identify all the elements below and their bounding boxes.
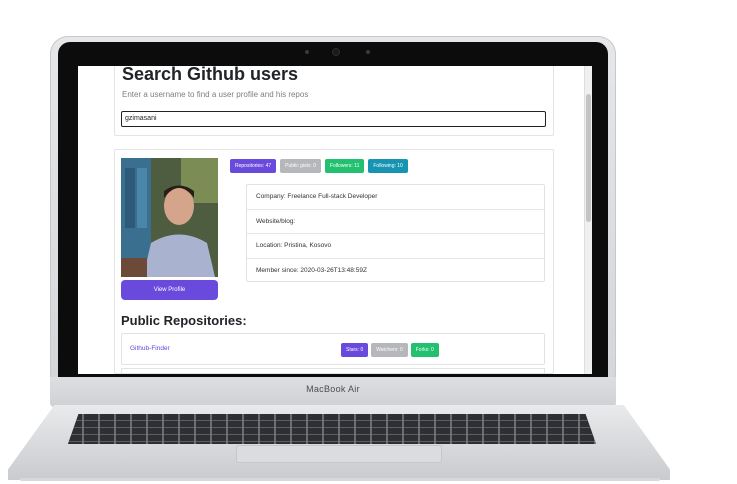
followers-badge: Followers: 11 bbox=[325, 159, 365, 173]
browser-viewport: Search Github users Enter a username to … bbox=[78, 66, 592, 374]
laptop-shadow bbox=[20, 478, 660, 481]
profile-badges: Repositories: 47 Public gists: 0 Followe… bbox=[230, 159, 408, 173]
view-profile-button[interactable]: View Profile bbox=[121, 280, 218, 300]
repo-badges: Stars: 0 Watchers: 0 Forks: 0 bbox=[341, 343, 439, 357]
laptop-brand: MacBook Air bbox=[306, 384, 360, 394]
repositories-heading: Public Repositories: bbox=[121, 313, 247, 328]
repositories-badge: Repositories: 47 bbox=[230, 159, 277, 173]
search-subtitle: Enter a username to find a user profile … bbox=[122, 90, 309, 99]
page-title: Search Github users bbox=[122, 66, 299, 84]
scrollbar[interactable] bbox=[584, 66, 592, 374]
avatar bbox=[121, 158, 218, 277]
website-detail: Website/blog: bbox=[247, 210, 544, 234]
sensor-dot bbox=[366, 50, 370, 54]
member-since-detail: Member since: 2020-03-26T13:48:59Z bbox=[256, 266, 367, 274]
public-gists-badge: Public gists: 0 bbox=[280, 159, 321, 173]
location-detail: Location: Pristina, Kosovo bbox=[247, 234, 544, 259]
keyboard-rows bbox=[68, 414, 596, 444]
repo-item bbox=[121, 368, 545, 374]
repo-item: Github-Finder Stars: 0 Watchers: 0 Forks… bbox=[121, 333, 545, 365]
scrollbar-thumb[interactable] bbox=[586, 94, 591, 222]
trackpad bbox=[236, 445, 442, 463]
profile-details-list: Company: Freelance Full-stack Developer … bbox=[246, 184, 545, 282]
watchers-badge: Watchers: 0 bbox=[371, 343, 408, 357]
repo-link[interactable]: Github-Finder bbox=[130, 345, 170, 352]
laptop-mockup: Search Github users Enter a username to … bbox=[0, 0, 737, 484]
laptop-chin: MacBook Air bbox=[50, 377, 616, 407]
search-input[interactable]: gzimasani bbox=[121, 111, 546, 127]
camera-icon bbox=[333, 49, 339, 55]
stars-badge: Stars: 0 bbox=[341, 343, 369, 357]
sensor-dot bbox=[305, 50, 309, 54]
following-badge: Following: 10 bbox=[368, 159, 408, 173]
forks-badge: Forks: 0 bbox=[410, 343, 439, 357]
company-detail: Company: Freelance Full-stack Developer bbox=[247, 185, 544, 210]
